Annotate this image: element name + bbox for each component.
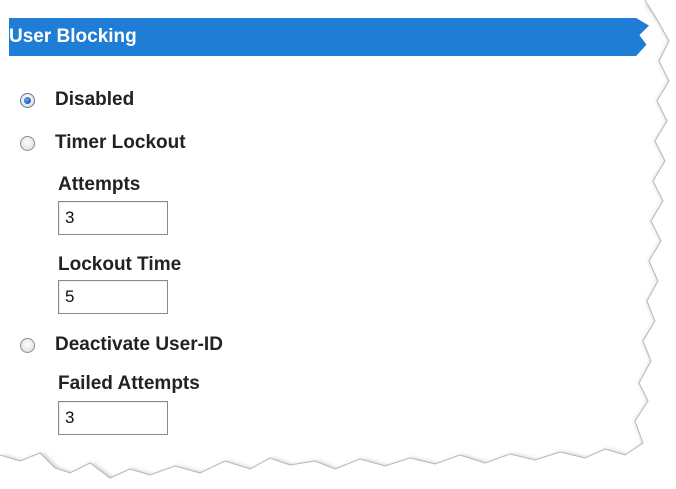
radio-deactivate-user-id[interactable]	[20, 337, 35, 353]
option-timer-lockout-label: Timer Lockout	[55, 132, 186, 153]
option-timer-lockout[interactable]: Timer Lockout	[20, 131, 186, 155]
failed-attempts-input[interactable]	[58, 401, 168, 435]
option-deactivate-user-id[interactable]: Deactivate User-ID	[20, 333, 223, 357]
option-deactivate-user-id-label: Deactivate User-ID	[55, 334, 223, 355]
attempts-label: Attempts	[58, 174, 141, 195]
failed-attempts-label: Failed Attempts	[58, 373, 200, 394]
option-disabled[interactable]: Disabled	[20, 88, 134, 112]
radio-disabled[interactable]	[20, 92, 35, 108]
user-blocking-panel: User Blocking Disabled Timer Lockout Att…	[0, 0, 676, 489]
radio-timer-lockout[interactable]	[20, 135, 35, 151]
section-title: User Blocking	[9, 26, 137, 47]
attempts-input[interactable]	[58, 201, 168, 235]
lockout-time-label: Lockout Time	[58, 254, 182, 275]
section-header: User Blocking	[9, 18, 649, 56]
option-disabled-label: Disabled	[55, 89, 135, 110]
lockout-time-input[interactable]	[58, 280, 168, 314]
